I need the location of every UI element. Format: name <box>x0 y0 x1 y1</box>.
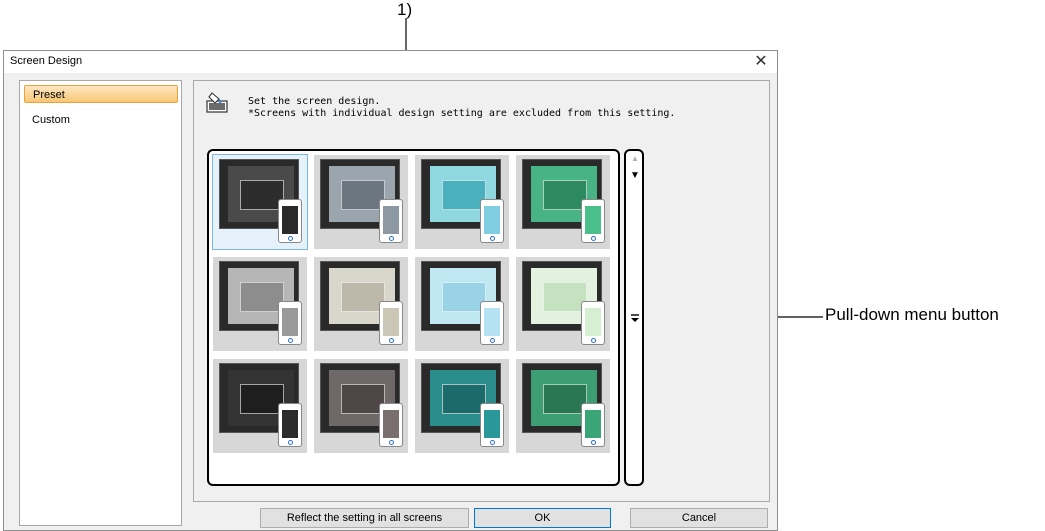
design-thumbnail[interactable] <box>516 257 610 351</box>
description-line-2: *Screens with individual design setting … <box>248 108 676 119</box>
phone-screen <box>282 308 298 336</box>
phone-home-button-icon <box>288 236 293 241</box>
phone-preview-icon <box>480 199 504 243</box>
nav-item-preset[interactable]: Preset <box>24 85 178 103</box>
scroll-down-arrow-icon[interactable]: ▼ <box>628 170 642 181</box>
phone-screen <box>282 206 298 234</box>
phone-preview-icon <box>581 301 605 345</box>
reflect-all-screens-button[interactable]: Reflect the setting in all screens <box>260 508 469 528</box>
cancel-button[interactable]: Cancel <box>630 508 768 528</box>
title-bar: Screen Design ✕ <box>4 51 777 73</box>
design-thumbnail[interactable] <box>212 154 308 250</box>
phone-preview-icon <box>379 199 403 243</box>
callout-1-label: 1) <box>397 0 413 19</box>
design-thumbnail[interactable] <box>314 155 408 249</box>
description-line-1: Set the screen design. <box>248 96 381 107</box>
phone-preview-icon <box>278 403 302 447</box>
phone-home-button-icon <box>591 236 596 241</box>
phone-screen <box>383 410 399 438</box>
phone-home-button-icon <box>288 440 293 445</box>
preset-panel: Set the screen design. *Screens with ind… <box>193 80 770 502</box>
phone-preview-icon <box>581 403 605 447</box>
scroll-up-arrow-icon[interactable]: ▲ <box>628 154 642 163</box>
ok-button[interactable]: OK <box>474 508 611 528</box>
phone-preview-icon <box>379 403 403 447</box>
screen-design-dialog: Screen Design ✕ Preset Custom Set the sc… <box>3 50 778 531</box>
design-thumbnail[interactable] <box>415 359 509 453</box>
design-thumbnail[interactable] <box>415 155 509 249</box>
phone-preview-icon <box>278 301 302 345</box>
phone-screen <box>383 206 399 234</box>
phone-preview-icon <box>278 199 302 243</box>
phone-home-button-icon <box>591 440 596 445</box>
design-thumbnail[interactable] <box>516 155 610 249</box>
phone-screen <box>585 206 601 234</box>
phone-preview-icon <box>581 199 605 243</box>
paint-bucket-icon <box>206 92 228 113</box>
phone-screen <box>484 308 500 336</box>
design-thumbnail[interactable] <box>213 359 307 453</box>
phone-home-button-icon <box>490 440 495 445</box>
phone-screen <box>484 206 500 234</box>
pull-down-menu-button[interactable] <box>629 312 641 324</box>
callout-pulldown-label: Pull-down menu button <box>825 305 999 324</box>
design-thumbnail[interactable] <box>314 257 408 351</box>
phone-home-button-icon <box>591 338 596 343</box>
phone-screen <box>484 410 500 438</box>
phone-home-button-icon <box>490 236 495 241</box>
phone-preview-icon <box>480 403 504 447</box>
dialog-title: Screen Design <box>10 55 83 67</box>
phone-home-button-icon <box>490 338 495 343</box>
phone-home-button-icon <box>389 236 394 241</box>
design-thumbnail[interactable] <box>516 359 610 453</box>
phone-home-button-icon <box>389 338 394 343</box>
design-thumbnail[interactable] <box>415 257 509 351</box>
design-thumbnail-grid <box>207 149 620 486</box>
phone-screen <box>383 308 399 336</box>
phone-screen <box>585 410 601 438</box>
design-thumbnail[interactable] <box>314 359 408 453</box>
phone-preview-icon <box>379 301 403 345</box>
category-list: Preset Custom <box>19 80 182 526</box>
phone-screen <box>585 308 601 336</box>
phone-screen <box>282 410 298 438</box>
close-icon[interactable]: ✕ <box>751 52 771 72</box>
phone-preview-icon <box>480 301 504 345</box>
phone-home-button-icon <box>288 338 293 343</box>
vertical-scrollbar[interactable]: ▲ ▼ <box>624 149 644 486</box>
design-thumbnail[interactable] <box>213 257 307 351</box>
phone-home-button-icon <box>389 440 394 445</box>
nav-item-custom[interactable]: Custom <box>24 111 178 129</box>
